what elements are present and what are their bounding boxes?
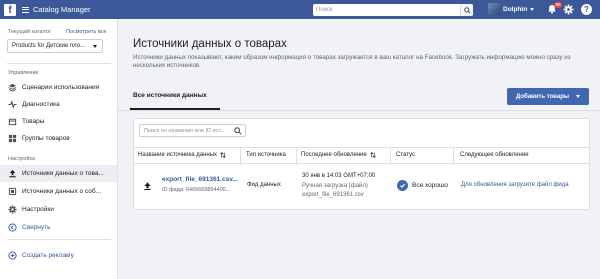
search-icon [463, 6, 471, 14]
divider [7, 239, 111, 240]
help-icon[interactable]: ? [581, 4, 592, 15]
column-header-last-update[interactable]: Последнее обновление [301, 152, 376, 158]
chevron-down-icon [576, 95, 580, 98]
plus-circle-icon [8, 251, 17, 260]
search-icon [234, 127, 242, 135]
sort-icon [370, 152, 376, 158]
column-divider [240, 148, 241, 165]
sidebar-item-label: Источники данных о соб... [22, 188, 101, 195]
page-title: Источники данных о товарах [133, 38, 287, 50]
gear-icon [8, 205, 17, 214]
section-settings-label: Настройка [8, 156, 36, 162]
upload-icon [8, 169, 17, 178]
sidebar-item-label: Диагностика [22, 101, 60, 108]
column-header-label: Следующее обновление [460, 152, 529, 158]
user-menu[interactable]: Dolphin [488, 3, 535, 15]
divider [7, 63, 111, 64]
collapse-label: Свернуть [22, 224, 51, 231]
table-header: Название источника данных Тип источника … [134, 147, 589, 165]
add-products-label: Добавить товары [516, 93, 569, 100]
sidebar-item-product-sets[interactable]: Группы товаров [0, 130, 117, 147]
column-header-label: Тип источника [246, 152, 286, 158]
page-description: Источники данных показывают, каким образ… [133, 54, 571, 69]
events-icon [8, 187, 17, 196]
column-header-name[interactable]: Название источника данных [138, 152, 226, 158]
column-divider [296, 148, 297, 165]
search-button[interactable] [460, 4, 473, 16]
avatar [488, 3, 500, 15]
collapse-sidebar-button[interactable]: Свернуть [0, 219, 117, 236]
global-search [313, 4, 473, 16]
sidebar-item-label: Товары [22, 118, 45, 125]
status-badge: Все хорошо [397, 180, 448, 191]
user-name: Dolphin [503, 5, 528, 13]
hamburger-menu-icon[interactable] [22, 6, 29, 13]
box-icon [8, 117, 17, 126]
chevron-down-icon [530, 7, 535, 11]
sidebar-item-settings[interactable]: Настройки [0, 201, 117, 218]
chevron-down-icon [93, 45, 97, 48]
create-ad-button[interactable]: Создать рекламу [0, 247, 117, 264]
app-title[interactable]: Catalog Manager [33, 5, 91, 14]
global-search-input[interactable] [313, 5, 453, 15]
upload-method: Ручная загрузка (файл) [302, 183, 368, 189]
data-source-name-link[interactable]: export_file_691361.csv... [162, 176, 238, 183]
facebook-logo[interactable]: f [4, 3, 16, 16]
feed-id: ID фида: 6465669894400... [162, 187, 231, 193]
status-label: Все хорошо [412, 182, 448, 189]
last-update-time: 30 янв в 14:03 GMT+07:00 [302, 173, 376, 179]
source-type: Фид данных [247, 182, 281, 188]
active-tab-indicator [130, 108, 220, 110]
check-circle-icon [397, 180, 408, 191]
sidebar: Текущий каталог Посмотреть все Products … [0, 19, 118, 279]
column-header-status: Статус [396, 152, 415, 158]
pulse-icon [8, 100, 17, 109]
column-divider [390, 148, 391, 165]
section-manage-label: Управление [8, 70, 39, 76]
sidebar-item-products[interactable]: Товары [0, 113, 117, 130]
sidebar-item-label: Сценарии использования [22, 84, 100, 91]
create-ad-label: Создать рекламу [22, 252, 74, 259]
notification-badge: 86 [554, 2, 563, 8]
sidebar-item-diagnostics[interactable]: Диагностика [0, 96, 117, 113]
column-header-type: Тип источника [246, 152, 286, 158]
column-header-label: Последнее обновление [301, 152, 367, 158]
sidebar-item-label: Группы товаров [22, 135, 70, 142]
table-row[interactable]: export_file_691361.csv... ID фида: 64656… [134, 165, 589, 210]
upload-icon [144, 182, 151, 191]
add-products-button[interactable]: Добавить товары [507, 88, 589, 105]
sidebar-item-label: Настройки [22, 206, 54, 213]
boxes-icon [8, 134, 17, 143]
top-bar: f Catalog Manager Dolphin 86 ? [0, 0, 600, 19]
table-search-input[interactable] [140, 127, 232, 134]
tab-all-data-sources[interactable]: Все источники данных [133, 92, 207, 99]
column-header-label: Статус [396, 152, 415, 158]
sidebar-item-event-data-sources[interactable]: Источники данных о соб... [0, 183, 117, 200]
layers-icon [8, 83, 17, 92]
view-all-catalogs-link[interactable]: Посмотреть все [66, 29, 107, 35]
column-header-next-update: Следующее обновление [460, 152, 529, 158]
column-header-label: Название источника данных [138, 152, 218, 158]
catalog-label: Текущий каталог [8, 29, 51, 35]
gear-icon[interactable] [563, 4, 574, 15]
column-divider [453, 148, 454, 165]
sidebar-item-use-cases[interactable]: Сценарии использования [0, 79, 117, 96]
uploaded-file-name: export_file_691361.csv [302, 192, 364, 198]
catalog-selector[interactable]: Products for Детские пло... [7, 39, 103, 53]
table-search [139, 124, 246, 137]
collapse-icon [8, 223, 17, 232]
data-sources-card: Название источника данных Тип источника … [133, 118, 590, 210]
catalog-selector-value: Products for Детские пло... [12, 43, 86, 49]
upload-feed-file-link[interactable]: Для обновления загрузите файл фида [461, 182, 569, 188]
sort-icon [220, 152, 226, 158]
sidebar-item-product-data-sources[interactable]: Источники данных о това... [0, 165, 117, 182]
sidebar-item-label: Источники данных о това... [22, 170, 104, 177]
